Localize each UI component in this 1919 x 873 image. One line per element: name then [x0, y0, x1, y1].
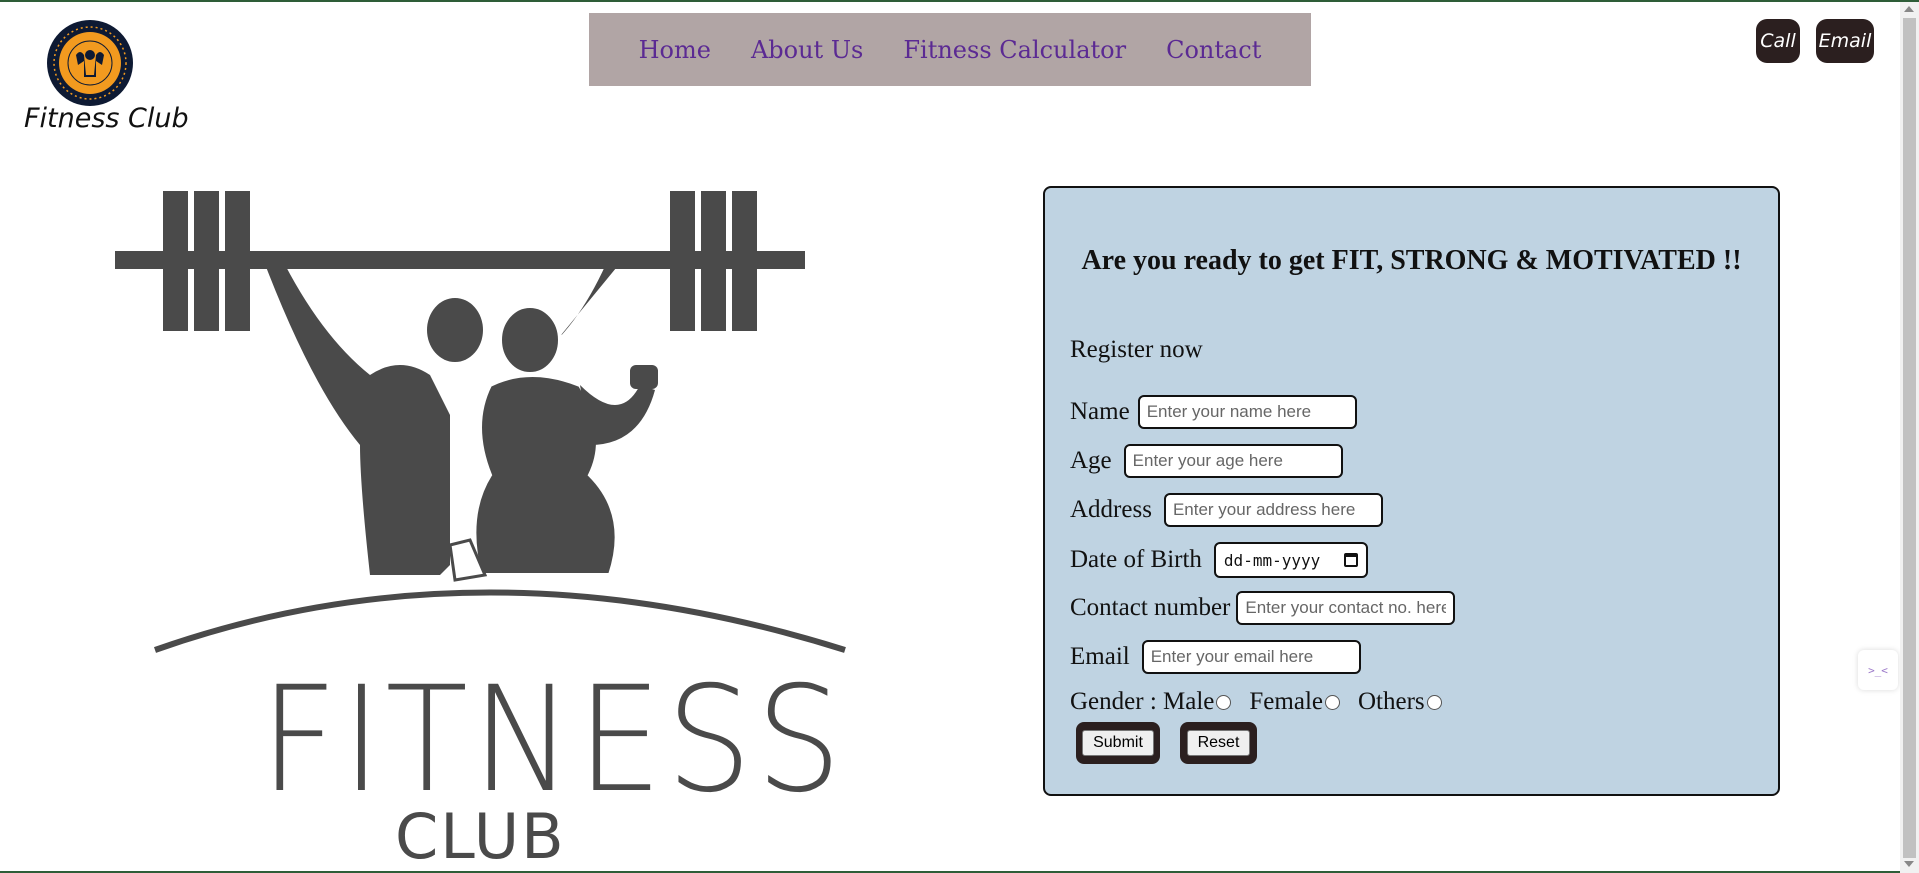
submit-button[interactable]: Submit [1082, 730, 1154, 756]
nav-home[interactable]: Home [639, 36, 711, 64]
registration-form: Are you ready to get FIT, STRONG & MOTIV… [1043, 186, 1780, 796]
nav-about-us[interactable]: About Us [751, 36, 863, 64]
dob-value: dd-mm-yyyy [1223, 550, 1321, 570]
nav-fitness-calculator[interactable]: Fitness Calculator [903, 36, 1126, 64]
name-row: Name [1070, 395, 1357, 429]
hero-logo: FITNESS CLUB [110, 185, 850, 873]
name-label: Name [1070, 398, 1130, 425]
gender-female-label: Female [1249, 688, 1323, 715]
gender-row: Gender : Male Female Others [1070, 688, 1460, 716]
address-row: Address [1070, 493, 1383, 527]
gender-male-radio[interactable] [1216, 694, 1232, 710]
extension-widget[interactable]: >_< [1858, 650, 1898, 690]
contact-label: Contact number [1070, 594, 1231, 621]
email-button[interactable]: Email [1816, 19, 1874, 63]
gender-label: Gender : [1070, 688, 1157, 715]
email-row: Email [1070, 640, 1361, 674]
scroll-up-arrow-icon[interactable] [1904, 6, 1914, 12]
call-button[interactable]: Call [1756, 19, 1800, 63]
main-nav: Home About Us Fitness Calculator Contact [589, 13, 1311, 86]
name-input[interactable] [1137, 395, 1357, 429]
address-input[interactable] [1163, 493, 1383, 527]
top-border [0, 0, 1919, 2]
contact-row: Contact number [1070, 591, 1456, 625]
age-row: Age [1070, 444, 1343, 478]
weightlifter-couple-graphic [115, 191, 846, 653]
calendar-icon[interactable] [1343, 553, 1358, 567]
email-input[interactable] [1141, 640, 1361, 674]
gender-male-label: Male [1163, 688, 1215, 715]
contact-input[interactable] [1236, 591, 1456, 625]
email-label: Email [1070, 643, 1130, 670]
gender-others-label: Others [1358, 688, 1425, 715]
age-input[interactable] [1123, 444, 1343, 478]
dob-label: Date of Birth [1070, 546, 1202, 573]
gender-others-radio[interactable] [1426, 694, 1442, 710]
scroll-down-arrow-icon[interactable] [1904, 861, 1914, 867]
address-label: Address [1070, 496, 1152, 523]
reset-button-frame: Reset [1180, 722, 1257, 764]
gender-female-radio[interactable] [1325, 694, 1340, 710]
reset-button[interactable]: Reset [1186, 730, 1251, 756]
submit-button-frame: Submit [1076, 722, 1160, 764]
hero-club-text: CLUB [395, 800, 566, 873]
dob-date-input[interactable]: dd-mm-yyyy [1213, 542, 1368, 578]
register-label: Register now [1070, 336, 1203, 363]
nav-contact[interactable]: Contact [1166, 36, 1261, 64]
dob-row: Date of Birth dd-mm-yyyy [1070, 542, 1368, 578]
form-heading: Are you ready to get FIT, STRONG & MOTIV… [1081, 245, 1742, 276]
brand-name: Fitness Club [24, 103, 189, 134]
scrollbar-thumb[interactable] [1903, 18, 1916, 858]
age-label: Age [1070, 447, 1112, 474]
fitness-club-logo[interactable] [46, 19, 134, 107]
